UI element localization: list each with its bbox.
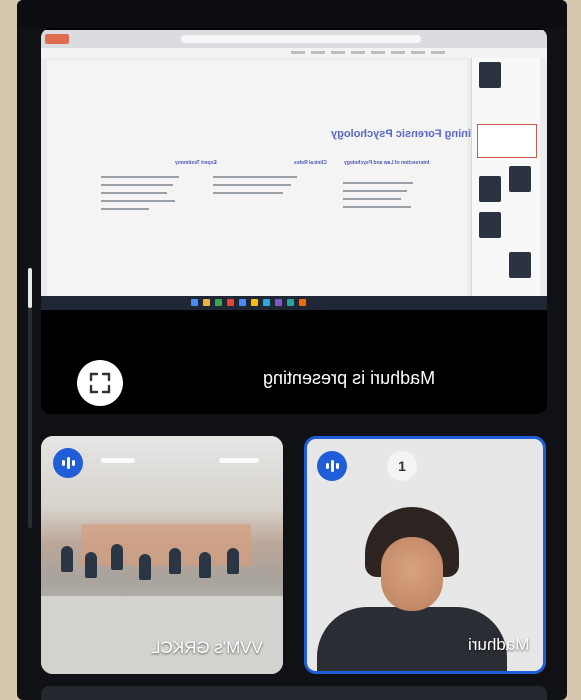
audience-person <box>111 544 123 570</box>
slide-thumbnail <box>479 212 501 238</box>
taskbar-app-icon <box>239 299 246 306</box>
slide-thumbnail <box>509 166 531 192</box>
shared-taskbar <box>41 296 547 310</box>
taskbar-app-icon <box>227 299 234 306</box>
audience-person <box>139 554 151 580</box>
taskbar-app-icon <box>251 299 258 306</box>
status-bar <box>17 0 567 28</box>
presenting-label: Madhuri is presenting <box>263 368 436 388</box>
shared-menu-item <box>371 51 385 54</box>
raised-hand-icon[interactable]: 1 <box>387 451 417 481</box>
shared-menu-item <box>291 51 305 54</box>
shared-screen: Defining Forensic Psychology Intersectio… <box>41 30 547 310</box>
slide-text-line <box>101 176 179 178</box>
taskbar-app-icon <box>203 299 210 306</box>
speaker-icon <box>325 460 339 472</box>
slide-text-line <box>343 190 407 192</box>
screen-share-card[interactable]: Defining Forensic Psychology Intersectio… <box>41 28 547 414</box>
shared-menu-item <box>411 51 425 54</box>
shared-menu-item <box>391 51 405 54</box>
speaking-indicator <box>317 451 347 481</box>
shared-menu-item <box>331 51 345 54</box>
ceiling-light <box>101 458 135 463</box>
taskbar-app-icon <box>215 299 222 306</box>
next-participant-row <box>41 686 547 700</box>
classroom-wall <box>81 524 251 566</box>
slide-text-line <box>213 176 297 178</box>
slide-title: Defining Forensic Psychology <box>331 128 489 140</box>
slide-text-line <box>101 208 149 210</box>
slide-column-heading: Expert Testimony <box>175 160 217 166</box>
ceiling-light <box>219 458 259 463</box>
participant-name: VVM's GRKCL <box>151 638 263 657</box>
audience-person <box>61 546 73 572</box>
slide-thumbnail <box>479 62 501 88</box>
participant-tile-active[interactable]: 1 Madhuri <box>304 436 546 674</box>
audience-person <box>85 552 97 578</box>
taskbar-app-icon <box>263 299 270 306</box>
slide-text-line <box>343 206 411 208</box>
slide-canvas <box>47 60 467 298</box>
slide-text-line <box>343 182 413 184</box>
shared-address-bar <box>181 35 421 43</box>
taskbar-app-icon <box>191 299 198 306</box>
audience-person <box>199 552 211 578</box>
scrollbar-thumb[interactable] <box>28 268 32 308</box>
slide-text-line <box>343 198 401 200</box>
shared-menu-item <box>311 51 325 54</box>
fullscreen-button[interactable] <box>77 360 123 406</box>
taskbar-app-icon <box>299 299 306 306</box>
slide-text-line <box>101 192 167 194</box>
participant-name: Madhuri <box>467 635 529 654</box>
slide-thumbnail <box>509 252 531 278</box>
classroom-floor <box>41 596 283 674</box>
participant-face <box>381 537 443 611</box>
audience-person <box>169 548 181 574</box>
taskbar-app-icon <box>275 299 282 306</box>
shared-browser-tab <box>45 34 69 44</box>
speaker-icon <box>61 457 75 469</box>
slide-text-line <box>213 192 283 194</box>
slide-text-line <box>101 200 175 202</box>
fullscreen-icon <box>89 372 111 394</box>
shared-menu-item <box>351 51 365 54</box>
slide-thumbnail-selected <box>477 124 537 158</box>
slide-column-heading: Clinical Roles <box>294 160 327 166</box>
audience-person <box>227 548 239 574</box>
shared-menu-item <box>431 51 445 54</box>
raised-hand-count: 1 <box>398 458 406 474</box>
slide-text-line <box>101 184 173 186</box>
meeting-app: Defining Forensic Psychology Intersectio… <box>17 0 567 700</box>
speaking-indicator <box>53 448 83 478</box>
slide-thumbnail <box>479 176 501 202</box>
taskbar-app-icon <box>287 299 294 306</box>
participant-tile[interactable]: VVM's GRKCL <box>41 436 283 674</box>
slide-column-heading: Intersection of Law and Psychology <box>343 160 429 166</box>
slide-text-line <box>213 184 291 186</box>
